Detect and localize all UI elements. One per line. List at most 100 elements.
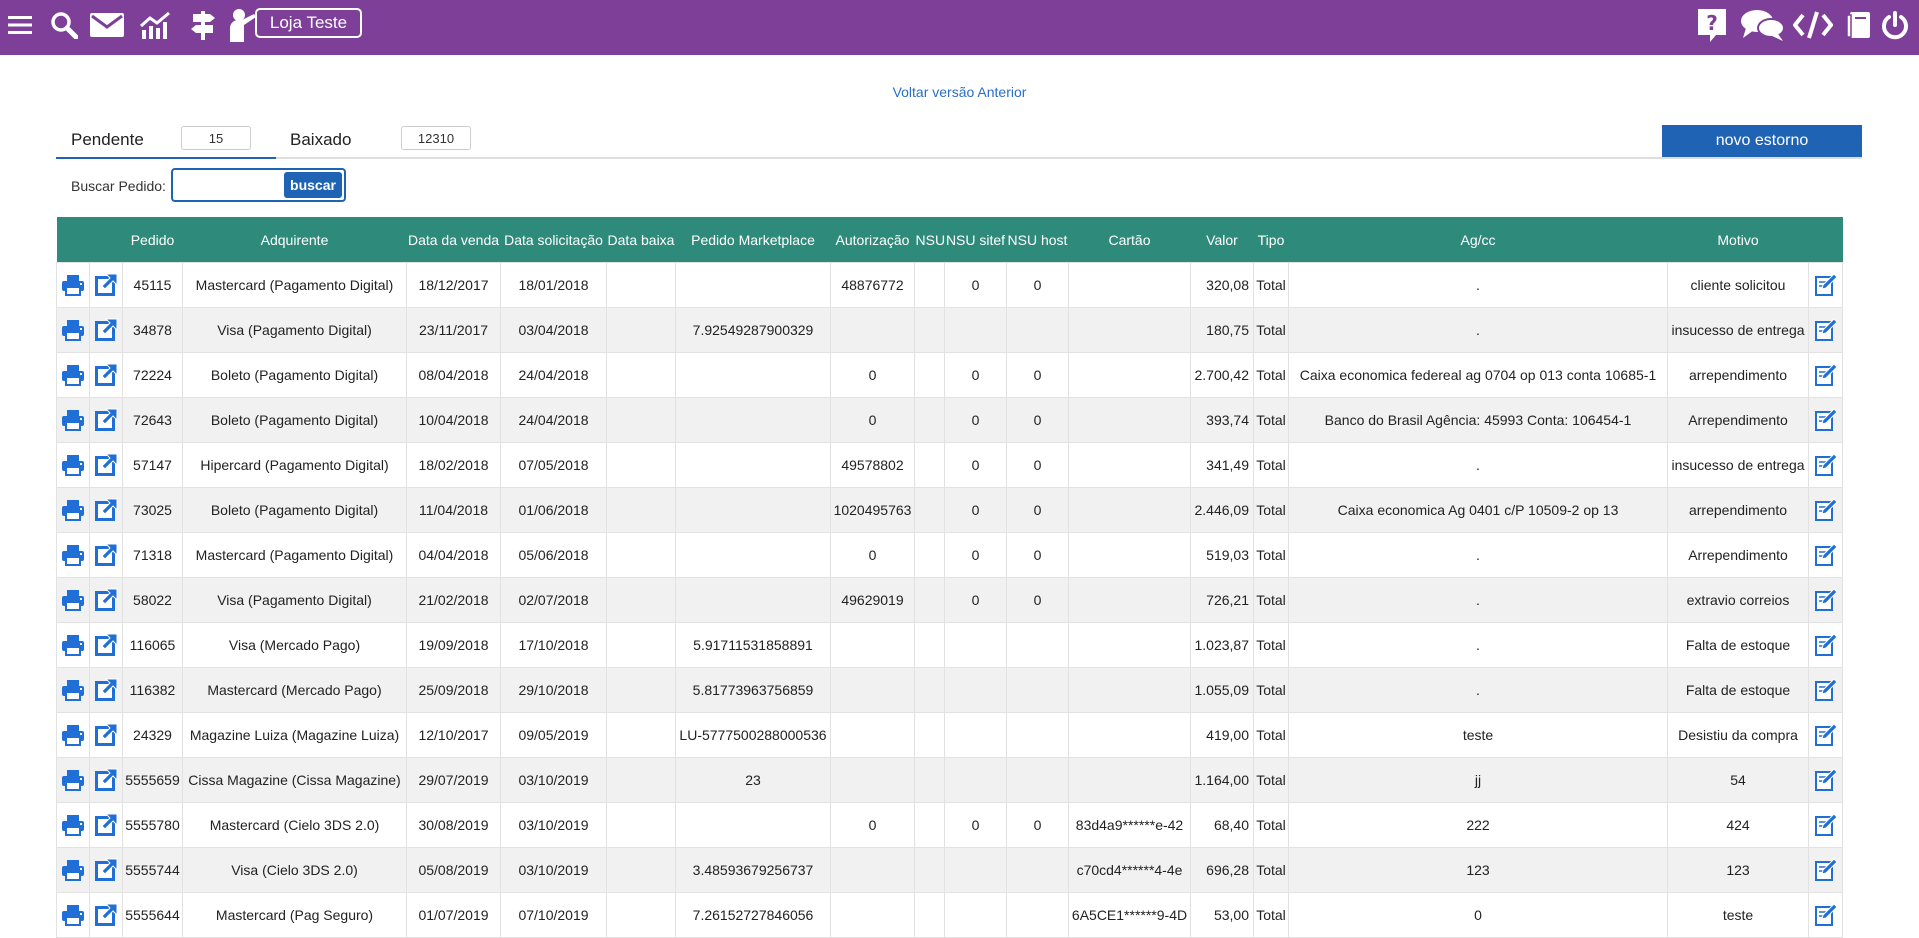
edit-icon[interactable] [1808,892,1843,938]
help-icon[interactable]: ? [1696,8,1728,42]
nsu-sitef-cell [944,712,1007,758]
column-header[interactable]: Pedido [122,217,183,263]
column-header[interactable]: NSU host [1006,217,1069,263]
search-button[interactable]: buscar [284,172,342,198]
column-header[interactable]: Pedido Marketplace [675,217,831,263]
edit-icon[interactable] [1808,442,1843,488]
edit-icon[interactable] [1808,307,1843,353]
nsu-cell [914,757,945,803]
open-external-icon[interactable] [89,847,123,893]
marketplace-order-cell [675,487,831,533]
column-header[interactable]: Cartão [1068,217,1191,263]
sale-date-cell: 10/04/2018 [406,397,501,443]
open-external-icon[interactable] [89,352,123,398]
authorization-cell: 1020495763 [830,487,915,533]
order-search-input[interactable] [177,173,285,199]
mail-icon[interactable] [89,8,125,42]
edit-icon[interactable] [1808,757,1843,803]
code-icon[interactable] [1793,8,1833,42]
column-header[interactable]: Data da venda [406,217,501,263]
card-cell [1068,712,1191,758]
acquirer-cell: Cissa Magazine (Cissa Magazine) [182,757,407,803]
column-header[interactable]: Motivo [1667,217,1809,263]
print-icon[interactable] [56,307,90,353]
edit-icon[interactable] [1808,262,1843,308]
book-icon[interactable] [1846,8,1872,42]
print-icon[interactable] [56,847,90,893]
print-icon[interactable] [56,352,90,398]
acquirer-cell: Mastercard (Pagamento Digital) [182,262,407,308]
table-body: 45115 Mastercard (Pagamento Digital) 18/12… [56,262,1843,938]
amount-cell: 2.700,42 [1190,352,1254,398]
edit-icon[interactable] [1808,802,1843,848]
table-row: 73025 Boleto (Pagamento Digital) 11/04/201… [56,487,1843,533]
user-presenter-icon[interactable] [228,8,258,42]
edit-icon[interactable] [1808,667,1843,713]
menu-icon[interactable] [8,8,32,42]
request-date-cell: 03/10/2019 [500,847,607,893]
reason-cell: Falta de estoque [1667,667,1809,713]
edit-icon[interactable] [1808,532,1843,578]
open-external-icon[interactable] [89,307,123,353]
new-refund-button[interactable]: novo estorno [1662,125,1862,157]
open-external-icon[interactable] [89,622,123,668]
print-icon[interactable] [56,712,90,758]
edit-icon[interactable] [1808,577,1843,623]
tab-baixado[interactable]: Baixado 12310 [276,122,496,157]
chart-icon[interactable] [139,8,173,42]
print-icon[interactable] [56,442,90,488]
column-header[interactable]: Ag/cc [1288,217,1668,263]
print-icon[interactable] [56,802,90,848]
edit-icon[interactable] [1808,397,1843,443]
print-icon[interactable] [56,487,90,533]
open-external-icon[interactable] [89,712,123,758]
open-external-icon[interactable] [89,397,123,443]
print-icon[interactable] [56,577,90,623]
print-icon[interactable] [56,622,90,668]
marketplace-order-cell [675,802,831,848]
open-external-icon[interactable] [89,577,123,623]
open-external-icon[interactable] [89,802,123,848]
print-icon[interactable] [56,262,90,308]
column-header[interactable]: NSU [914,217,945,263]
open-external-icon[interactable] [89,667,123,713]
edit-icon[interactable] [1808,487,1843,533]
print-icon[interactable] [56,892,90,938]
bank-account-cell: teste [1288,712,1668,758]
column-header[interactable]: Data solicitação [500,217,607,263]
edit-icon[interactable] [1808,847,1843,893]
column-header[interactable]: Valor [1190,217,1254,263]
open-external-icon[interactable] [89,892,123,938]
settled-date-cell [606,487,676,533]
marketplace-order-cell [675,262,831,308]
open-external-icon[interactable] [89,757,123,803]
edit-icon[interactable] [1808,622,1843,668]
open-external-icon[interactable] [89,442,123,488]
power-icon[interactable] [1880,8,1910,42]
acquirer-cell: Magazine Luiza (Magazine Luiza) [182,712,407,758]
print-icon[interactable] [56,667,90,713]
column-header[interactable]: Adquirente [182,217,407,263]
tab-pendente[interactable]: Pendente 15 [56,122,276,159]
column-header[interactable]: Tipo [1253,217,1289,263]
store-button[interactable]: Loja Teste [255,8,362,38]
card-cell [1068,262,1191,308]
previous-version-link[interactable]: Voltar versão Anterior [0,84,1919,100]
acquirer-cell: Mastercard (Pagamento Digital) [182,532,407,578]
print-icon[interactable] [56,397,90,443]
nsu-cell [914,397,945,443]
column-header[interactable]: Autorização [830,217,915,263]
open-external-icon[interactable] [89,262,123,308]
edit-icon[interactable] [1808,712,1843,758]
signpost-icon[interactable] [190,8,216,42]
edit-icon[interactable] [1808,352,1843,398]
print-icon[interactable] [56,757,90,803]
chat-icon[interactable] [1740,8,1786,42]
column-header[interactable]: NSU sitef [944,217,1007,263]
type-cell: Total [1253,577,1289,623]
open-external-icon[interactable] [89,487,123,533]
column-header[interactable]: Data baixa [606,217,676,263]
search-icon[interactable] [50,8,78,42]
open-external-icon[interactable] [89,532,123,578]
print-icon[interactable] [56,532,90,578]
